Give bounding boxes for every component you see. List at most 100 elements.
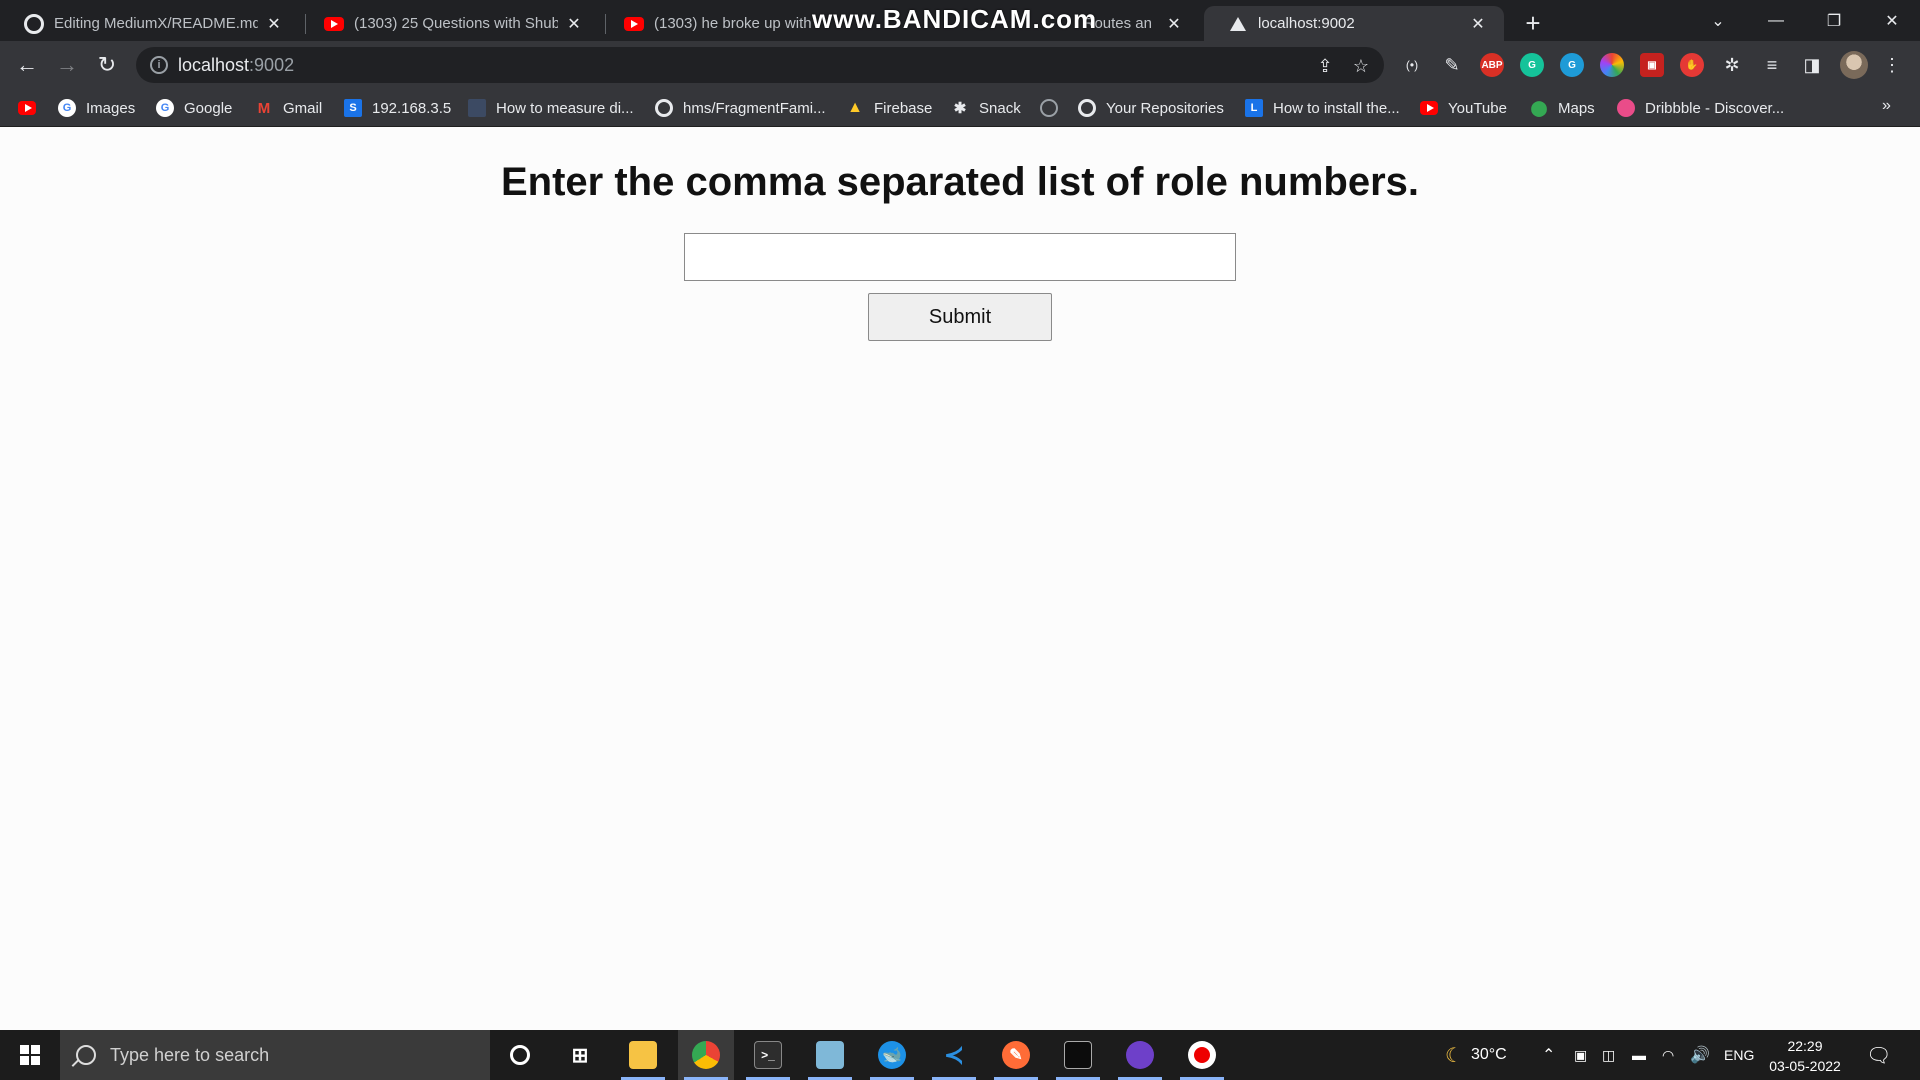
google-icon: G bbox=[58, 99, 76, 117]
forward-button[interactable]: → bbox=[52, 50, 82, 80]
grammarly-icon[interactable]: G bbox=[1520, 53, 1544, 77]
file-explorer-app[interactable] bbox=[615, 1030, 671, 1080]
meet-now-icon[interactable]: ▣ bbox=[1574, 1030, 1587, 1080]
share-icon[interactable]: ⇪ bbox=[1314, 55, 1336, 77]
page-icon: L bbox=[1245, 99, 1263, 117]
bookmark-firebase[interactable]: ▲ Firebase bbox=[846, 97, 932, 119]
back-button[interactable]: ← bbox=[12, 50, 42, 80]
gmail-icon: M bbox=[257, 99, 271, 117]
battery-icon[interactable]: ▬ bbox=[1632, 1030, 1646, 1080]
clock-date: 03-05-2022 bbox=[1769, 1058, 1841, 1074]
address-bar[interactable]: i localhost:9002 ⇪ ☆ bbox=[136, 47, 1384, 83]
tab-title: (1303) 25 Questions with Shubm bbox=[354, 15, 558, 32]
bookmark-how-to-install[interactable]: L How to install the... bbox=[1245, 97, 1400, 119]
extensions-icon[interactable]: ✲ bbox=[1720, 53, 1744, 77]
close-window-button[interactable]: ✕ bbox=[1864, 0, 1920, 41]
display-icon[interactable]: ◫ bbox=[1602, 1030, 1615, 1080]
search-placeholder: Type here to search bbox=[110, 1044, 270, 1065]
start-button[interactable] bbox=[0, 1030, 60, 1080]
bookmark-maps[interactable]: ⬤ Maps bbox=[1530, 97, 1595, 119]
bookmark-fragmentfami[interactable]: hms/FragmentFami... bbox=[655, 97, 826, 119]
cortana-icon bbox=[510, 1045, 530, 1065]
bookmark-snack[interactable]: ✱ Snack bbox=[951, 97, 1021, 119]
terminal-icon: >_ bbox=[754, 1041, 782, 1069]
bookmarks-bar: G Images G Google M Gmail S 192.168.3.5 … bbox=[0, 89, 1920, 127]
notifications-icon[interactable]: 🗨 bbox=[1866, 1030, 1891, 1080]
cast-extension-icon[interactable]: (•) bbox=[1400, 53, 1424, 77]
console-app[interactable] bbox=[1050, 1030, 1106, 1080]
reload-button[interactable]: ↻ bbox=[92, 50, 122, 80]
language-indicator[interactable]: ENG bbox=[1724, 1030, 1754, 1080]
adblock-icon[interactable]: ABP bbox=[1480, 53, 1504, 77]
bookmark-globe[interactable] bbox=[1040, 97, 1068, 119]
bookmark-ip-address[interactable]: S 192.168.3.5 bbox=[344, 97, 451, 119]
star-icon[interactable]: ☆ bbox=[1350, 55, 1372, 77]
more-bookmarks-icon[interactable]: » bbox=[1882, 97, 1891, 115]
vscode-icon: ≺ bbox=[943, 1041, 965, 1069]
bookmark-gmail[interactable]: M Gmail bbox=[255, 97, 322, 119]
bookmark-how-to-measure[interactable]: How to measure di... bbox=[468, 97, 634, 119]
media-control-icon[interactable]: ≡ bbox=[1760, 53, 1784, 77]
bandicam-watermark: www.BANDICAM.com bbox=[812, 4, 1098, 34]
browser-toolbar: ← → ↻ i localhost:9002 ⇪ ☆ (•) ✎ ABP G G… bbox=[0, 41, 1920, 89]
folder-icon bbox=[629, 1041, 657, 1069]
profile-avatar[interactable] bbox=[1840, 51, 1868, 79]
chrome-app[interactable] bbox=[678, 1030, 734, 1080]
tab-search-icon[interactable]: ⌄ bbox=[1690, 0, 1746, 41]
restore-button[interactable]: ❐ bbox=[1806, 0, 1862, 41]
submit-button[interactable]: Submit bbox=[868, 293, 1052, 341]
docker-app[interactable]: 🐋 bbox=[864, 1030, 920, 1080]
bookmark-youtube[interactable]: YouTube bbox=[1420, 97, 1507, 119]
clock[interactable]: 22:29 03-05-2022 bbox=[1760, 1036, 1850, 1076]
notepad-icon bbox=[816, 1041, 844, 1069]
github-desktop-app[interactable] bbox=[1112, 1030, 1168, 1080]
url-text: localhost:9002 bbox=[178, 55, 295, 75]
youtube-icon bbox=[18, 99, 36, 117]
task-view-button[interactable]: ⊞ bbox=[552, 1030, 608, 1080]
tab-strip: Editing MediumX/README.md at ✕ (1303) 25… bbox=[0, 0, 1920, 41]
tab-title: localhost:9002 bbox=[1258, 15, 1355, 32]
task-view-icon: ⊞ bbox=[571, 1044, 589, 1067]
tab-youtube-questions[interactable]: (1303) 25 Questions with Shubm ✕ bbox=[300, 6, 600, 41]
show-hidden-icons-icon[interactable]: ⌃ bbox=[1542, 1030, 1555, 1080]
cortana-button[interactable] bbox=[492, 1030, 548, 1080]
side-panel-icon[interactable]: ◨ bbox=[1800, 53, 1824, 77]
console-icon bbox=[1064, 1041, 1092, 1069]
bandicam-app[interactable] bbox=[1174, 1030, 1230, 1080]
youtube-icon bbox=[324, 14, 344, 34]
weather-widget[interactable]: ☾ 30°C bbox=[1445, 1030, 1507, 1080]
taskbar-search[interactable]: Type here to search bbox=[60, 1030, 490, 1080]
s-icon: S bbox=[344, 99, 362, 117]
close-icon[interactable]: ✕ bbox=[262, 12, 286, 36]
hand-extension-icon[interactable]: ✋ bbox=[1680, 53, 1704, 77]
menu-icon[interactable]: ⋮ bbox=[1880, 53, 1904, 77]
terminal-app[interactable]: >_ bbox=[740, 1030, 796, 1080]
new-tab-button[interactable]: + bbox=[1518, 8, 1548, 38]
tab-readme[interactable]: Editing MediumX/README.md at ✕ bbox=[0, 6, 300, 41]
wifi-icon[interactable]: ◠ bbox=[1662, 1030, 1674, 1080]
vscode-app[interactable]: ≺ bbox=[926, 1030, 982, 1080]
close-icon[interactable]: ✕ bbox=[562, 12, 586, 36]
gift-extension-icon[interactable]: ▣ bbox=[1640, 53, 1664, 77]
bookmark-google[interactable]: G Google bbox=[156, 97, 232, 119]
bookmark-dribbble[interactable]: Dribbble - Discover... bbox=[1617, 97, 1784, 119]
notepad-app[interactable] bbox=[802, 1030, 858, 1080]
close-icon[interactable]: ✕ bbox=[1466, 12, 1490, 36]
minimize-button[interactable]: — bbox=[1748, 0, 1804, 41]
g-extension-icon[interactable]: G bbox=[1560, 53, 1584, 77]
info-icon[interactable]: i bbox=[150, 56, 168, 74]
postman-app[interactable]: ✎ bbox=[988, 1030, 1044, 1080]
volume-icon[interactable]: 🔊 bbox=[1690, 1030, 1710, 1080]
tab-localhost[interactable]: localhost:9002 ✕ bbox=[1204, 6, 1504, 41]
bookmark-your-repositories[interactable]: Your Repositories bbox=[1078, 97, 1224, 119]
windows-taskbar: Type here to search ⊞ >_ 🐋 ≺ ✎ ☾ 30°C ⌃ … bbox=[0, 1030, 1920, 1080]
bookmark-youtube-home[interactable] bbox=[18, 97, 46, 119]
color-picker-icon[interactable] bbox=[1600, 53, 1624, 77]
close-icon[interactable]: ✕ bbox=[1162, 12, 1186, 36]
pen-extension-icon[interactable]: ✎ bbox=[1440, 53, 1464, 77]
postman-icon: ✎ bbox=[1002, 1041, 1030, 1069]
bookmark-images[interactable]: G Images bbox=[58, 97, 135, 119]
browser-window: Editing MediumX/README.md at ✕ (1303) 25… bbox=[0, 0, 1920, 1080]
youtube-icon bbox=[624, 14, 644, 34]
role-numbers-input[interactable] bbox=[684, 233, 1236, 281]
